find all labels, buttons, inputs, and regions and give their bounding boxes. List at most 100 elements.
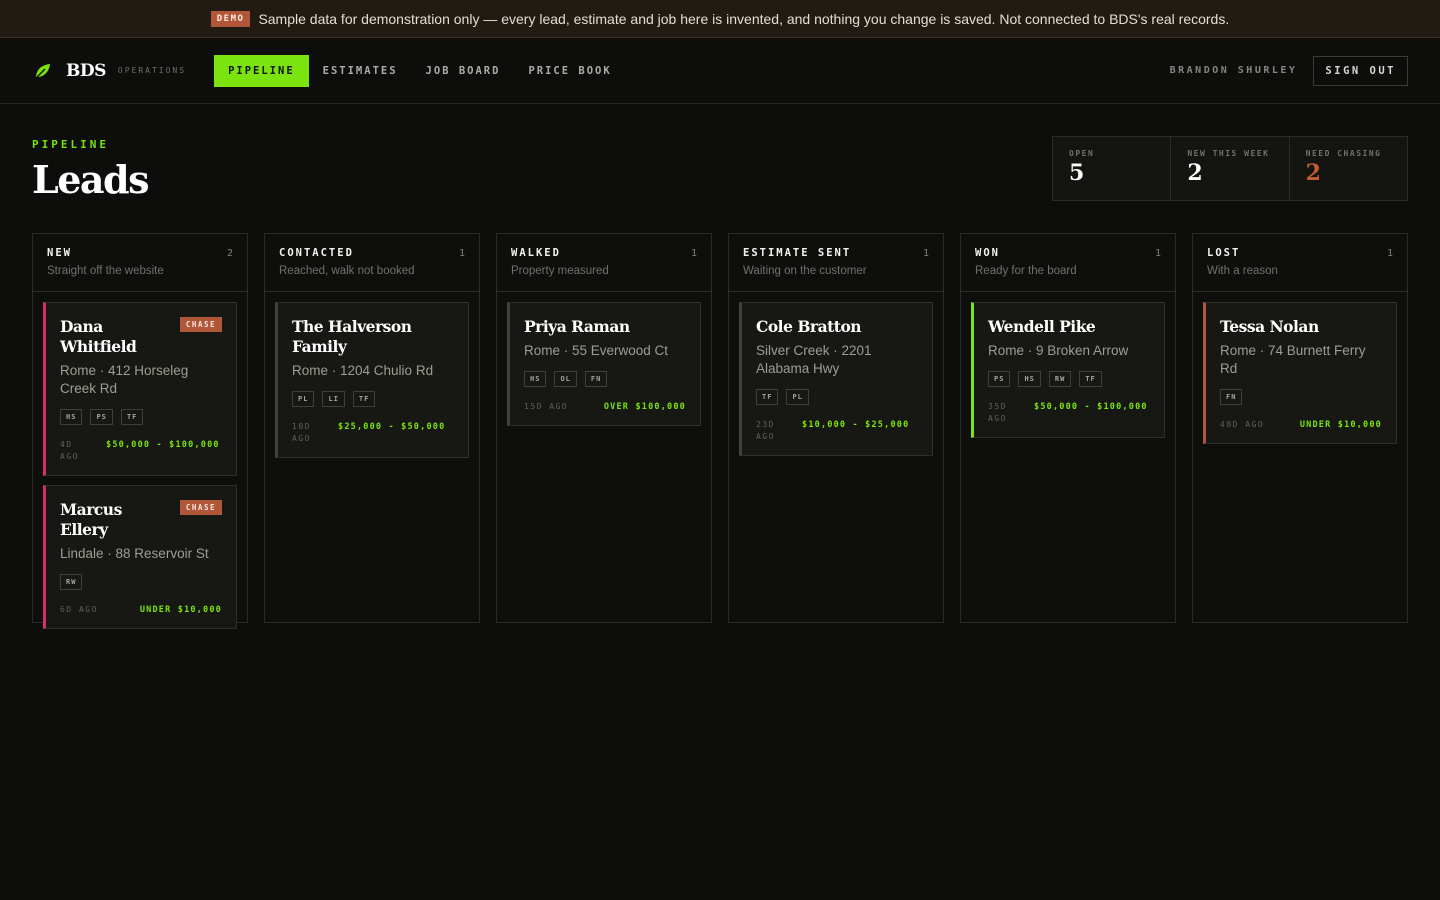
lead-card[interactable]: CHASE Dana Whitfield Rome · 412 Horseleg…	[43, 302, 237, 476]
brand[interactable]: BDS OPERATIONS	[32, 60, 186, 82]
column-walked: WALKED 1 Property measured Priya Raman R…	[496, 233, 712, 623]
service-tags: HS PS TF	[60, 409, 222, 425]
lead-card[interactable]: Tessa Nolan Rome · 74 Burnett Ferry Rd F…	[1203, 302, 1397, 444]
column-count: 1	[1386, 248, 1393, 259]
column-subtitle: Property measured	[511, 265, 609, 277]
column-header: LOST 1 With a reason	[1193, 234, 1407, 292]
column-header: CONTACTED 1 Reached, walk not booked	[265, 234, 479, 292]
nav-price-book[interactable]: PRICE BOOK	[514, 55, 625, 87]
column-cards: CHASE Dana Whitfield Rome · 412 Horseleg…	[33, 292, 247, 639]
top-header: BDS OPERATIONS PIPELINE ESTIMATES JOB BO…	[0, 38, 1440, 104]
column-count: 1	[458, 248, 465, 259]
card-footer: 10D AGO $25,000 - $50,000	[292, 421, 454, 445]
lead-address: Rome · 1204 Chulio Rd	[292, 363, 434, 378]
lead-address: Rome · 412 Horseleg Creek Rd	[60, 363, 189, 396]
column-title: NEW	[47, 247, 72, 259]
lead-budget: $10,000 - $25,000	[802, 420, 910, 430]
column-new: NEW 2 Straight off the website CHASE Dan…	[32, 233, 248, 629]
service-tag: RW	[1048, 371, 1072, 387]
stat-label: NEW THIS WEEK	[1187, 149, 1270, 158]
service-tags: PS HS RW TF	[988, 371, 1150, 387]
lead-age: 10D AGO	[292, 422, 311, 443]
service-tag: HS	[1018, 371, 1041, 387]
service-tag: PS	[988, 371, 1011, 387]
lead-address: Rome · 74 Burnett Ferry Rd	[1220, 343, 1366, 376]
service-tag: TF	[120, 409, 144, 425]
column-count: 1	[690, 248, 697, 259]
service-tag: OL	[554, 371, 577, 387]
column-cards: The Halverson Family Rome · 1204 Chulio …	[265, 292, 479, 468]
column-subtitle: Straight off the website	[47, 265, 164, 277]
column-count: 1	[922, 248, 929, 259]
nav-estimates[interactable]: ESTIMATES	[309, 55, 412, 87]
column-cards: Wendell Pike Rome · 9 Broken Arrow PS HS…	[961, 292, 1175, 448]
service-tag: PL	[786, 389, 809, 405]
column-subtitle: Reached, walk not booked	[279, 265, 415, 277]
service-tags: RW	[60, 574, 222, 590]
demo-tag: DEMO	[210, 10, 251, 27]
lead-age: 6D AGO	[60, 605, 98, 614]
lead-card[interactable]: Cole Bratton Silver Creek · 2201 Alabama…	[739, 302, 933, 456]
column-title: WON	[975, 247, 1000, 259]
service-tag: HS	[524, 371, 547, 387]
column-title: WALKED	[511, 247, 561, 259]
main-nav: PIPELINE ESTIMATES JOB BOARD PRICE BOOK	[214, 54, 626, 87]
column-header: NEW 2 Straight off the website	[33, 234, 247, 292]
stats-panel: OPEN 5 NEW THIS WEEK 2 NEED CHASING 2	[1052, 136, 1408, 201]
lead-name: Priya Raman	[524, 317, 630, 336]
lead-card[interactable]: Priya Raman Rome · 55 Everwood Ct HS OL …	[507, 302, 701, 426]
stat-value: 5	[1069, 160, 1085, 186]
brand-subtitle: OPERATIONS	[117, 66, 187, 75]
lead-address: Rome · 55 Everwood Ct	[524, 343, 669, 358]
column-header: WALKED 1 Property measured	[497, 234, 711, 292]
sign-out-button[interactable]: SIGN OUT	[1313, 55, 1408, 86]
column-count: 2	[226, 248, 233, 259]
column-header: WON 1 Ready for the board	[961, 234, 1175, 292]
column-title: CONTACTED	[279, 247, 354, 259]
lead-address: Lindale · 88 Reservoir St	[60, 546, 209, 561]
column-title: LOST	[1207, 247, 1241, 259]
lead-address: Silver Creek · 2201 Alabama Hwy	[756, 343, 872, 376]
lead-name: The Halverson Family	[292, 317, 412, 356]
column-estimate-sent: ESTIMATE SENT 1 Waiting on the customer …	[728, 233, 944, 623]
column-lost: LOST 1 With a reason Tessa Nolan Rome · …	[1192, 233, 1408, 623]
pipeline-board: NEW 2 Straight off the website CHASE Dan…	[0, 233, 1440, 629]
lead-budget: UNDER $10,000	[139, 605, 222, 615]
nav-pipeline[interactable]: PIPELINE	[214, 54, 309, 87]
service-tag: TF	[1079, 371, 1102, 387]
lead-name: Tessa Nolan	[1220, 317, 1319, 336]
service-tag: FN	[584, 371, 608, 387]
chase-badge: CHASE	[179, 317, 222, 332]
lead-age: 35D AGO	[988, 402, 1007, 423]
demo-banner: DEMO Sample data for demonstration only …	[0, 0, 1440, 38]
lead-card[interactable]: Wendell Pike Rome · 9 Broken Arrow PS HS…	[971, 302, 1165, 438]
column-contacted: CONTACTED 1 Reached, walk not booked The…	[264, 233, 480, 623]
stat-label: NEED CHASING	[1305, 149, 1382, 158]
column-subtitle: Ready for the board	[975, 265, 1077, 277]
column-subtitle: With a reason	[1207, 265, 1278, 277]
service-tags: PL LI TF	[292, 391, 454, 407]
nav-job-board[interactable]: JOB BOARD	[412, 55, 515, 87]
column-subtitle: Waiting on the customer	[743, 265, 867, 277]
service-tag: FN	[1220, 389, 1243, 405]
lead-card[interactable]: The Halverson Family Rome · 1204 Chulio …	[275, 302, 469, 458]
column-cards: Priya Raman Rome · 55 Everwood Ct HS OL …	[497, 292, 711, 436]
lead-age: 23D AGO	[756, 420, 775, 441]
service-tag: RW	[60, 574, 83, 590]
card-footer: 23D AGO $10,000 - $25,000	[756, 419, 918, 443]
lead-budget: UNDER $10,000	[1299, 420, 1382, 430]
leaf-logo-icon	[32, 60, 54, 82]
lead-name: Cole Bratton	[756, 317, 862, 336]
lead-budget: $25,000 - $50,000	[338, 422, 446, 432]
chase-badge: CHASE	[179, 500, 222, 515]
column-count: 1	[1154, 248, 1161, 259]
card-footer: 6D AGO UNDER $10,000	[60, 604, 222, 616]
service-tag: PS	[90, 409, 113, 425]
lead-address: Rome · 9 Broken Arrow	[988, 343, 1129, 358]
lead-card[interactable]: CHASE Marcus Ellery Lindale · 88 Reservo…	[43, 485, 237, 629]
stat-value: 2	[1187, 160, 1203, 186]
brand-name: BDS	[66, 60, 106, 81]
lead-budget: $50,000 - $100,000	[106, 440, 220, 450]
lead-name: Wendell Pike	[988, 317, 1096, 336]
service-tags: TF PL	[756, 389, 918, 405]
